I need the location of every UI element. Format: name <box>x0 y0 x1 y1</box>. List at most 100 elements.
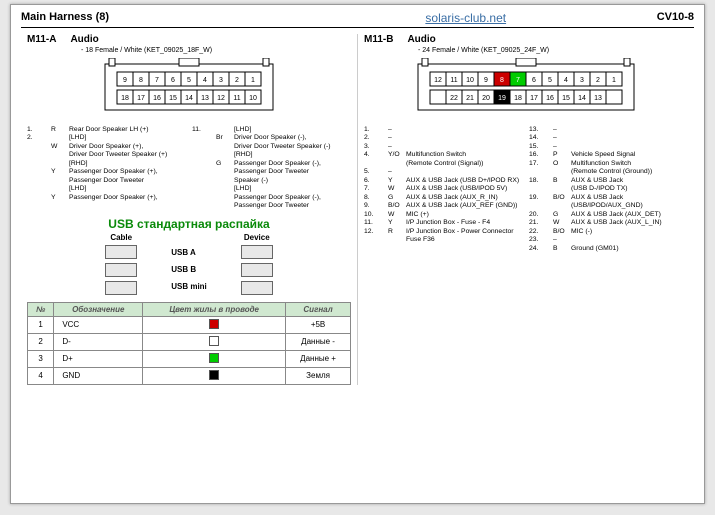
pin-row: [RHD] <box>27 160 186 168</box>
pin-row: [LHD] <box>27 185 186 193</box>
pin-row: 5.– <box>364 168 523 176</box>
pin-row: 24.BGround (GM01) <box>529 245 688 253</box>
svg-text:4: 4 <box>564 77 568 84</box>
pin-row: 22.B/OMIC (-) <box>529 228 688 236</box>
pin-row: [LHD] <box>192 185 351 193</box>
pin-row: WDriver Door Speaker (+), <box>27 143 186 151</box>
conn-label: Audio <box>407 34 435 45</box>
pin-row: 12.RI/P Junction Box - Power Connector <box>364 228 523 236</box>
table-header: Обозначение <box>54 302 143 316</box>
svg-text:21: 21 <box>466 95 474 102</box>
usb-port-icon <box>241 245 273 259</box>
usb-type-label: USB mini <box>167 278 211 295</box>
svg-text:9: 9 <box>123 77 127 84</box>
svg-text:10: 10 <box>249 95 257 102</box>
pin-row: Passenger Door Tweeter <box>192 168 351 176</box>
usb-type-label: USB A <box>167 244 211 261</box>
svg-text:15: 15 <box>562 95 570 102</box>
svg-text:22: 22 <box>450 95 458 102</box>
pinout-list: 1.–2.–3.–4.Y/OMultifunction Switch(Remot… <box>364 126 688 253</box>
conn-sub: - 18 Female / White (KET_09025_18F_W) <box>81 47 351 54</box>
conn-sub: - 24 Female / White (KET_09025_24F_W) <box>418 47 688 54</box>
svg-text:16: 16 <box>153 95 161 102</box>
table-header: № <box>28 302 54 316</box>
connector-diagram: 987654321181716151413121110 <box>79 58 299 120</box>
usb-device-header: Device <box>241 233 273 242</box>
table-header: Сигнал <box>286 302 351 316</box>
pin-row: 11.[LHD] <box>192 126 351 134</box>
svg-text:18: 18 <box>514 95 522 102</box>
pin-row: 14.– <box>529 134 688 142</box>
usb-pinout-table: №ОбозначениеЦвет жилы в проводеСигнал 1V… <box>27 302 351 385</box>
usb-port-icon <box>105 263 137 277</box>
pin-row: Driver Door Tweeter Speaker (-) <box>192 143 351 151</box>
svg-text:13: 13 <box>594 95 602 102</box>
conn-id: M11-A <box>27 34 56 45</box>
svg-text:9: 9 <box>484 77 488 84</box>
svg-text:11: 11 <box>233 95 240 102</box>
pin-row: 7.WAUX & USB Jack (USB/IPOD 5V) <box>364 185 523 193</box>
pin-row: 6.YAUX & USB Jack (USB D+/IPOD RX) <box>364 177 523 185</box>
pin-row: 21.WAUX & USB Jack (AUX_L_IN) <box>529 219 688 227</box>
pin-row: (USB D-/IPOD TX) <box>529 185 688 193</box>
connector-diagram: 12111098765432122212019181716151413 <box>396 58 656 120</box>
svg-text:4: 4 <box>203 77 207 84</box>
svg-text:14: 14 <box>578 95 586 102</box>
pinout-list: 1.RRear Door Speaker LH (+)2.[LHD]WDrive… <box>27 126 351 211</box>
usb-port-icon <box>105 281 137 295</box>
svg-text:17: 17 <box>530 95 538 102</box>
table-row: 2D-Данные - <box>28 333 351 350</box>
svg-text:20: 20 <box>482 95 490 102</box>
pin-row: 1.– <box>364 126 523 134</box>
pin-row: 15.– <box>529 143 688 151</box>
pin-row: 23.– <box>529 236 688 244</box>
usb-title: USB стандартная распайка <box>27 217 351 231</box>
header-code: CV10-8 <box>614 11 694 25</box>
pin-row: BrDriver Door Speaker (-), <box>192 134 351 142</box>
svg-text:7: 7 <box>516 77 520 84</box>
pin-row: GPassenger Door Speaker (-), <box>192 160 351 168</box>
connector-m11b: M11-B Audio - 24 Female / White (KET_090… <box>357 34 694 385</box>
pin-row: 4.Y/OMultifunction Switch <box>364 151 523 159</box>
pin-row: 9.B/OAUX & USB Jack (AUX_REF (GND)) <box>364 202 523 210</box>
pin-row: 11.YI/P Junction Box - Fuse - F4 <box>364 219 523 227</box>
header-left: Main Harness (8) <box>21 11 318 25</box>
pin-row: (USB/IPOD/AUX_GND) <box>529 202 688 210</box>
pin-row: 16.PVehicle Speed Signal <box>529 151 688 159</box>
usb-grid: Cable USB A USB B USB mini Device <box>27 233 351 298</box>
pin-row: Passenger Door Tweeter <box>192 202 351 210</box>
usb-type-label: USB B <box>167 261 211 278</box>
pin-row: Fuse F36 <box>364 236 523 244</box>
pin-row: 3.– <box>364 143 523 151</box>
diagram-page: Main Harness (8) solaris-club.net CV10-8… <box>10 4 705 504</box>
usb-port-icon <box>105 245 137 259</box>
pin-row: 20.GAUX & USB Jack (AUX_DET) <box>529 211 688 219</box>
pin-row: 17.OMultifunction Switch <box>529 160 688 168</box>
pin-row: YPassenger Door Speaker (+), <box>27 194 186 202</box>
svg-text:7: 7 <box>155 77 159 84</box>
header-link[interactable]: solaris-club.net <box>318 11 615 25</box>
svg-text:3: 3 <box>219 77 223 84</box>
pin-row: 13.– <box>529 126 688 134</box>
svg-text:12: 12 <box>217 95 225 102</box>
conn-label: Audio <box>70 34 98 45</box>
pin-row: 19.B/OAUX & USB Jack <box>529 194 688 202</box>
svg-text:1: 1 <box>612 77 616 84</box>
usb-port-icon <box>241 263 273 277</box>
pin-row: Passenger Door Speaker (-), <box>192 194 351 202</box>
svg-text:14: 14 <box>185 95 193 102</box>
pin-row: Speaker (-) <box>192 177 351 185</box>
pin-row: 10.WMIC (+) <box>364 211 523 219</box>
usb-cable-header: Cable <box>105 233 137 242</box>
table-header: Цвет жилы в проводе <box>143 302 286 316</box>
svg-text:8: 8 <box>139 77 143 84</box>
svg-text:2: 2 <box>596 77 600 84</box>
table-row: 4GNDЗемля <box>28 367 351 384</box>
pin-row: (Remote Control (Signal)) <box>364 160 523 168</box>
svg-text:2: 2 <box>235 77 239 84</box>
pin-row: 8.GAUX & USB Jack (AUX_R_IN) <box>364 194 523 202</box>
connector-m11a: M11-A Audio - 18 Female / White (KET_090… <box>21 34 357 385</box>
svg-text:13: 13 <box>201 95 209 102</box>
pin-row: [RHD] <box>192 151 351 159</box>
conn-id: M11-B <box>364 34 393 45</box>
